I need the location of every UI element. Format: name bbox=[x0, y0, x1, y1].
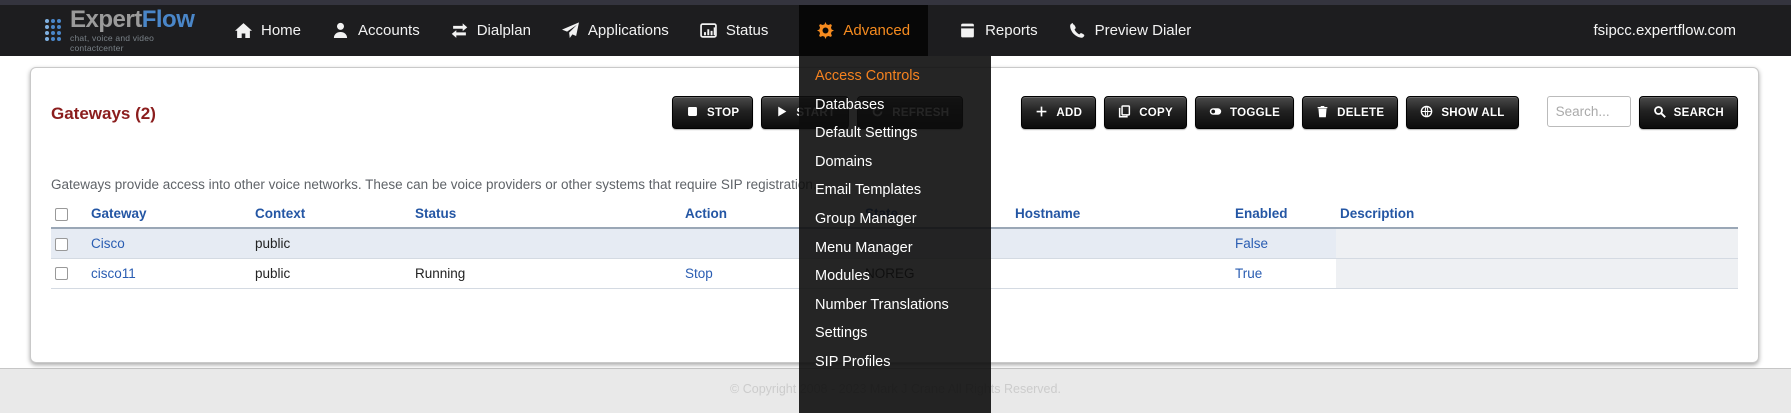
brand-tagline: chat, voice and video contactcenter bbox=[70, 33, 194, 53]
nav-items: Home Accounts Dialplan Applications Status Ad… bbox=[235, 5, 1191, 56]
dropdown-item-databases[interactable]: Databases bbox=[799, 92, 991, 121]
cell-status: Running bbox=[411, 258, 681, 288]
column-header-context[interactable]: Context bbox=[251, 200, 411, 228]
nav-item-dialplan[interactable]: Dialplan bbox=[451, 5, 531, 56]
dropdown-item-settings[interactable]: Settings bbox=[799, 320, 991, 349]
swap-arrows-icon bbox=[451, 22, 468, 39]
cell-description bbox=[1336, 258, 1738, 288]
nav-item-status[interactable]: Status bbox=[700, 5, 769, 56]
dropdown-item-access-controls[interactable]: Access Controls bbox=[799, 63, 991, 92]
nav-item-reports[interactable]: Reports bbox=[959, 5, 1038, 56]
column-header-hostname[interactable]: Hostname bbox=[1011, 200, 1231, 228]
add-button[interactable]: ADD bbox=[1021, 96, 1096, 129]
advanced-dropdown: Access ControlsDatabasesDefault Settings… bbox=[799, 56, 991, 413]
delete-button[interactable]: DELETE bbox=[1302, 96, 1398, 129]
nav-item-label: Dialplan bbox=[477, 22, 531, 39]
nav-item-label: Advanced bbox=[843, 22, 910, 39]
play-icon bbox=[775, 105, 788, 121]
stop-button[interactable]: STOP bbox=[672, 96, 753, 129]
column-header-status[interactable]: Status bbox=[411, 200, 681, 228]
globe-icon bbox=[1420, 105, 1433, 121]
paper-plane-icon bbox=[562, 22, 579, 39]
column-header-enabled[interactable]: Enabled bbox=[1231, 200, 1336, 228]
dropdown-item-default-settings[interactable]: Default Settings bbox=[799, 120, 991, 149]
cell-status bbox=[411, 228, 681, 258]
dropdown-item-domains[interactable]: Domains bbox=[799, 149, 991, 178]
bar-chart-icon bbox=[700, 22, 717, 39]
cell-enabled[interactable]: False bbox=[1231, 228, 1336, 258]
row-checkbox[interactable] bbox=[55, 238, 68, 251]
nav-item-label: Status bbox=[726, 22, 769, 39]
show-all-button[interactable]: SHOW ALL bbox=[1406, 96, 1518, 129]
cell-hostname bbox=[1011, 228, 1231, 258]
nav-item-label: Reports bbox=[985, 22, 1038, 39]
dropdown-item-number-translations[interactable]: Number Translations bbox=[799, 292, 991, 321]
nav-item-applications[interactable]: Applications bbox=[562, 5, 669, 56]
cell-description bbox=[1336, 228, 1738, 258]
dropdown-item-group-manager[interactable]: Group Manager bbox=[799, 206, 991, 235]
nav-item-label: Applications bbox=[588, 22, 669, 39]
cell-enabled[interactable]: True bbox=[1231, 258, 1336, 288]
copy-pages-icon bbox=[1118, 105, 1131, 121]
cell-gateway[interactable]: cisco11 bbox=[87, 258, 251, 288]
cell-context: public bbox=[251, 258, 411, 288]
toggle-icon bbox=[1209, 105, 1222, 121]
nav-item-preview-dialer[interactable]: Preview Dialer bbox=[1069, 5, 1192, 56]
dropdown-item-menu-manager[interactable]: Menu Manager bbox=[799, 235, 991, 264]
main-navbar: ExpertFlow chat, voice and video contact… bbox=[0, 5, 1791, 56]
toggle-button[interactable]: TOGGLE bbox=[1195, 96, 1294, 129]
book-icon bbox=[959, 22, 976, 39]
nav-item-label: Preview Dialer bbox=[1095, 22, 1192, 39]
house-icon bbox=[235, 22, 252, 39]
nav-item-accounts[interactable]: Accounts bbox=[332, 5, 420, 56]
nav-item-home[interactable]: Home bbox=[235, 5, 301, 56]
stop-square-icon bbox=[686, 105, 699, 121]
column-header-description[interactable]: Description bbox=[1336, 200, 1738, 228]
search-input[interactable] bbox=[1547, 96, 1631, 127]
brand-logo[interactable]: ExpertFlow chat, voice and video contact… bbox=[45, 9, 193, 53]
nav-item-label: Accounts bbox=[358, 22, 420, 39]
nav-item-advanced[interactable]: Advanced bbox=[799, 5, 928, 56]
cell-hostname bbox=[1011, 258, 1231, 288]
domain-label: fsipcc.expertflow.com bbox=[1593, 22, 1791, 39]
expertflow-dots-icon bbox=[45, 19, 63, 43]
dropdown-item-modules[interactable]: Modules bbox=[799, 263, 991, 292]
row-checkbox-cell bbox=[51, 228, 87, 258]
brand-name: ExpertFlow bbox=[70, 9, 194, 31]
user-icon bbox=[332, 22, 349, 39]
row-checkbox[interactable] bbox=[55, 267, 68, 280]
row-checkbox-cell bbox=[51, 258, 87, 288]
select-all-checkbox[interactable] bbox=[55, 208, 68, 221]
magnifier-icon bbox=[1653, 105, 1666, 121]
plus-icon bbox=[1035, 105, 1048, 121]
trash-icon bbox=[1316, 105, 1329, 121]
dropdown-item-sip-profiles[interactable]: SIP Profiles bbox=[799, 349, 991, 378]
gear-icon bbox=[817, 22, 834, 39]
copy-button[interactable]: COPY bbox=[1104, 96, 1187, 129]
dropdown-item-email-templates[interactable]: Email Templates bbox=[799, 177, 991, 206]
page-title: Gateways (2) bbox=[51, 96, 156, 124]
cell-context: public bbox=[251, 228, 411, 258]
search-button[interactable]: SEARCH bbox=[1639, 96, 1738, 129]
column-header-gateway[interactable]: Gateway bbox=[87, 200, 251, 228]
nav-item-label: Home bbox=[261, 22, 301, 39]
cell-gateway[interactable]: Cisco bbox=[87, 228, 251, 258]
phone-icon bbox=[1069, 22, 1086, 39]
select-all-cell bbox=[51, 200, 87, 228]
